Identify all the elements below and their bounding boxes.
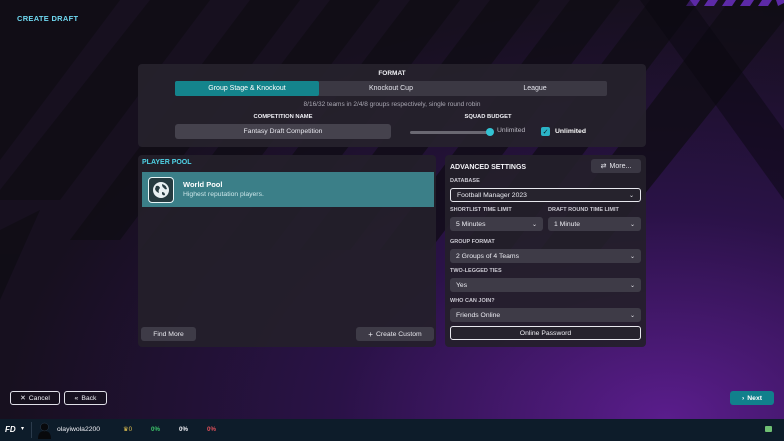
database-value: Football Manager 2023 (457, 191, 527, 199)
squad-budget-slider-value: Unlimited (497, 127, 526, 134)
more-button[interactable]: ⇄ More... (591, 159, 641, 173)
chevron-right-icon: › (742, 394, 745, 402)
chevron-down-icon: ⌄ (628, 192, 634, 199)
stat-loss: 0% (207, 426, 216, 433)
chevron-down-icon[interactable]: ▾ (21, 425, 24, 432)
unlimited-checkbox-label[interactable]: Unlimited (555, 128, 586, 135)
globe-icon (148, 177, 174, 203)
back-button[interactable]: « Back (64, 391, 107, 405)
advanced-settings-panel: ADVANCED SETTINGS ⇄ More... DATABASE Foo… (445, 155, 646, 347)
cancel-button[interactable]: ✕ Cancel (10, 391, 60, 405)
pool-description: Highest reputation players. (183, 191, 264, 198)
unlimited-checkbox[interactable]: ✓ (541, 127, 550, 136)
stat-win: 0% (151, 426, 160, 433)
pool-name: World Pool (183, 180, 223, 189)
chevron-down-icon: ⌄ (531, 221, 537, 228)
create-custom-label: Create Custom (375, 330, 422, 338)
find-more-label: Find More (153, 330, 184, 338)
two-legged-ties-value: Yes (456, 281, 468, 289)
squad-budget-label: SQUAD BUDGET (464, 114, 512, 120)
online-password-button[interactable]: Online Password (450, 326, 641, 340)
squad-budget-slider-track[interactable] (410, 131, 490, 134)
format-selector: Group Stage & Knockout Knockout Cup Leag… (175, 81, 607, 96)
group-format-dropdown[interactable]: 2 Groups of 4 Teams ⌄ (450, 249, 641, 263)
group-format-value: 2 Groups of 4 Teams (456, 252, 519, 260)
database-dropdown[interactable]: Football Manager 2023 ⌄ (450, 188, 641, 202)
more-button-label: More... (609, 162, 632, 170)
competition-name-label: COMPETITION NAME (253, 114, 313, 120)
format-option-group-stage-knockout[interactable]: Group Stage & Knockout (175, 81, 319, 96)
player-pool-item-world-pool[interactable]: World Pool Highest reputation players. (142, 172, 434, 207)
squad-budget-slider-thumb[interactable] (486, 128, 494, 136)
divider (31, 422, 32, 438)
fd-logo[interactable]: FD (5, 425, 16, 434)
draft-round-time-value: 1 Minute (554, 220, 581, 228)
who-can-join-dropdown[interactable]: Friends Online ⌄ (450, 308, 641, 322)
two-legged-ties-label: TWO-LEGGED TIES (450, 268, 502, 274)
checkmark-icon: ✓ (542, 128, 549, 136)
back-label: Back (81, 394, 97, 402)
shortlist-time-label: SHORTLIST TIME LIMIT (450, 207, 512, 213)
close-icon: ✕ (20, 395, 26, 402)
two-legged-ties-dropdown[interactable]: Yes ⌄ (450, 278, 641, 292)
avatar[interactable] (37, 421, 52, 439)
format-label: FORMAT (378, 70, 406, 77)
format-option-knockout-cup[interactable]: Knockout Cup (319, 81, 463, 96)
username: olayiwola2200 (57, 426, 101, 433)
refresh-icon: ⇄ (600, 163, 607, 170)
status-bar: FD ▾ olayiwola2200 ♛0 0% 0% 0% (0, 419, 784, 441)
format-option-league[interactable]: League (463, 81, 607, 96)
shortlist-time-value: 5 Minutes (456, 220, 486, 228)
trophy-count: ♛0 (123, 426, 133, 433)
draft-round-time-label: DRAFT ROUND TIME LIMIT (548, 207, 619, 213)
group-format-label: GROUP FORMAT (450, 239, 495, 245)
who-can-join-label: WHO CAN JOIN? (450, 298, 495, 304)
cancel-label: Cancel (28, 394, 50, 402)
chat-icon[interactable] (765, 426, 772, 432)
double-chevron-left-icon: « (74, 394, 79, 402)
plus-icon: + (368, 329, 373, 339)
competition-name-input[interactable]: Fantasy Draft Competition (175, 124, 391, 139)
chevron-down-icon: ⌄ (629, 312, 635, 319)
create-custom-button[interactable]: + Create Custom (356, 327, 434, 341)
player-pool-title: PLAYER POOL (142, 159, 192, 166)
database-label: DATABASE (450, 178, 480, 184)
player-pool-panel: PLAYER POOL World Pool Highest reputatio… (138, 155, 436, 347)
next-label: Next (747, 394, 762, 402)
format-panel: FORMAT Group Stage & Knockout Knockout C… (138, 64, 646, 147)
chevron-down-icon: ⌄ (629, 221, 635, 228)
chevron-down-icon: ⌄ (629, 282, 635, 289)
next-button[interactable]: › Next (730, 391, 774, 405)
stat-draw: 0% (179, 426, 188, 433)
shortlist-time-dropdown[interactable]: 5 Minutes ⌄ (450, 217, 543, 231)
draft-round-time-dropdown[interactable]: 1 Minute ⌄ (548, 217, 641, 231)
who-can-join-value: Friends Online (456, 311, 501, 319)
chevron-down-icon: ⌄ (629, 253, 635, 260)
screen-title: CREATE DRAFT (17, 14, 79, 23)
find-more-button[interactable]: Find More (141, 327, 196, 341)
format-description: 8/16/32 teams in 2/4/8 groups respective… (303, 101, 481, 108)
advanced-settings-title: ADVANCED SETTINGS (450, 164, 527, 171)
